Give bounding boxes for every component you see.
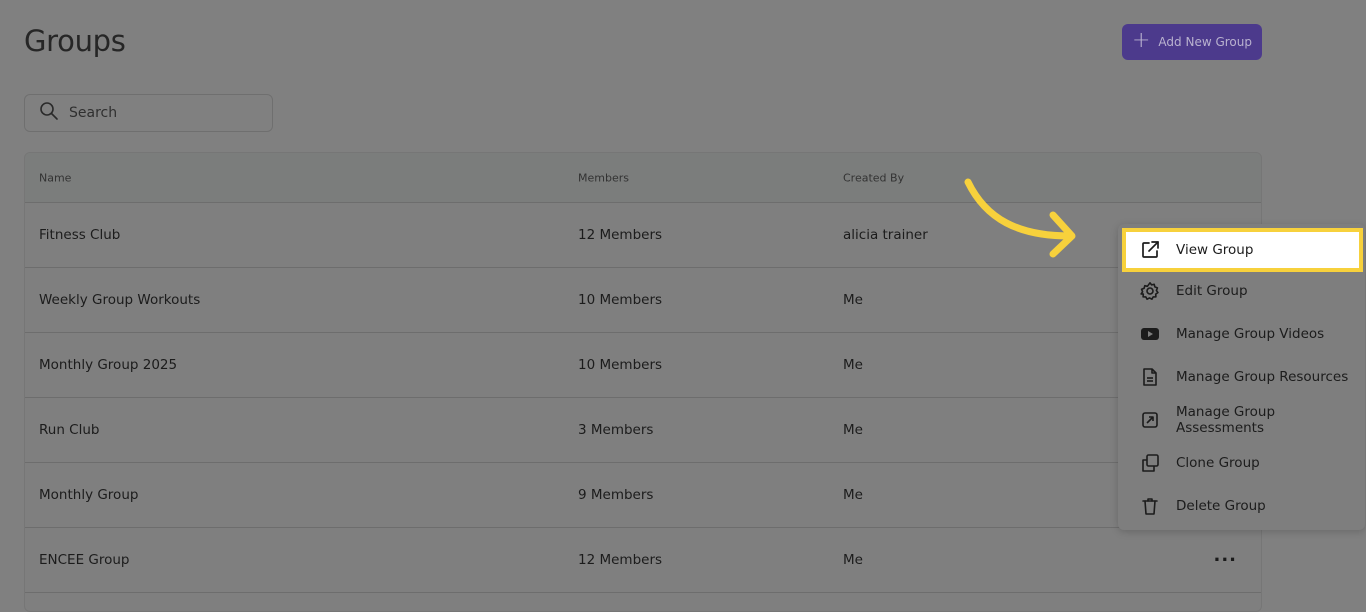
group-created-by: Me [843,357,863,373]
row-actions-button[interactable]: ··· [1213,550,1237,571]
search-icon [39,101,59,125]
search-box[interactable] [24,94,273,132]
group-created-by: Me [843,552,863,568]
group-name: Weekly Group Workouts [39,292,201,308]
search-input[interactable] [67,104,251,122]
group-members: 10 Members [578,357,663,373]
group-name: ENCEE Group [39,552,130,568]
group-created-by: alicia trainer [843,227,928,243]
menu-item-label: Edit Group [1176,283,1248,299]
group-members: 3 Members [578,422,654,438]
table-row[interactable]: Run Club 3 Members Me [25,398,1261,463]
column-header-members[interactable]: Members [578,171,629,184]
trash-icon [1139,495,1161,517]
video-play-icon [1139,323,1161,345]
table-row[interactable]: Weekly Group Workouts 10 Members Me [25,268,1261,333]
document-icon [1139,366,1161,388]
menu-item-label: Clone Group [1176,455,1260,471]
menu-item-clone-group[interactable]: Clone Group [1118,443,1365,483]
column-header-created-by[interactable]: Created By [843,171,904,184]
column-header-name[interactable]: Name [39,171,71,184]
menu-item-label: Manage Group Assessments [1176,404,1276,436]
menu-item-manage-resources[interactable]: Manage Group Resources [1118,357,1365,397]
add-new-group-label: Add New Group [1158,35,1252,49]
group-name: Monthly Group 2025 [39,357,178,373]
menu-item-label: Manage Group Resources [1176,369,1349,385]
group-members: 12 Members [578,227,663,243]
menu-item-label: Manage Group Videos [1176,326,1325,342]
group-members: 12 Members [578,552,663,568]
menu-item-label: View Group [1176,242,1254,258]
add-new-group-button[interactable]: + Add New Group [1122,24,1262,60]
table-row[interactable]: Monthly Group 9 Members Me [25,463,1261,528]
menu-item-manage-videos[interactable]: Manage Group Videos [1118,314,1365,354]
group-members: 9 Members [578,487,654,503]
menu-item-label: Delete Group [1176,498,1266,514]
gear-icon [1139,280,1161,302]
table-row[interactable]: Monthly Group 2025 10 Members Me [25,333,1261,398]
group-actions-menu: View Group Edit Group Manage Group Video… [1118,224,1365,530]
group-members: 10 Members [578,292,663,308]
clone-icon [1139,452,1161,474]
external-link-icon [1139,239,1161,261]
assessment-icon [1139,409,1161,431]
menu-item-view-group[interactable]: View Group [1122,228,1363,272]
page-title: Groups [24,24,126,58]
menu-item-delete-group[interactable]: Delete Group [1118,486,1365,526]
annotation-arrow-icon [964,178,1076,258]
group-created-by: Me [843,487,863,503]
plus-icon: + [1131,28,1151,53]
group-created-by: Me [843,422,863,438]
group-name: Monthly Group [39,487,139,503]
group-name: Fitness Club [39,227,121,243]
menu-item-manage-assessments[interactable]: Manage Group Assessments [1118,400,1365,440]
menu-item-edit-group[interactable]: Edit Group [1118,271,1365,311]
table-row[interactable]: ENCEE Group 12 Members Me ··· [25,528,1261,593]
group-created-by: Me [843,292,863,308]
group-name: Run Club [39,422,100,438]
